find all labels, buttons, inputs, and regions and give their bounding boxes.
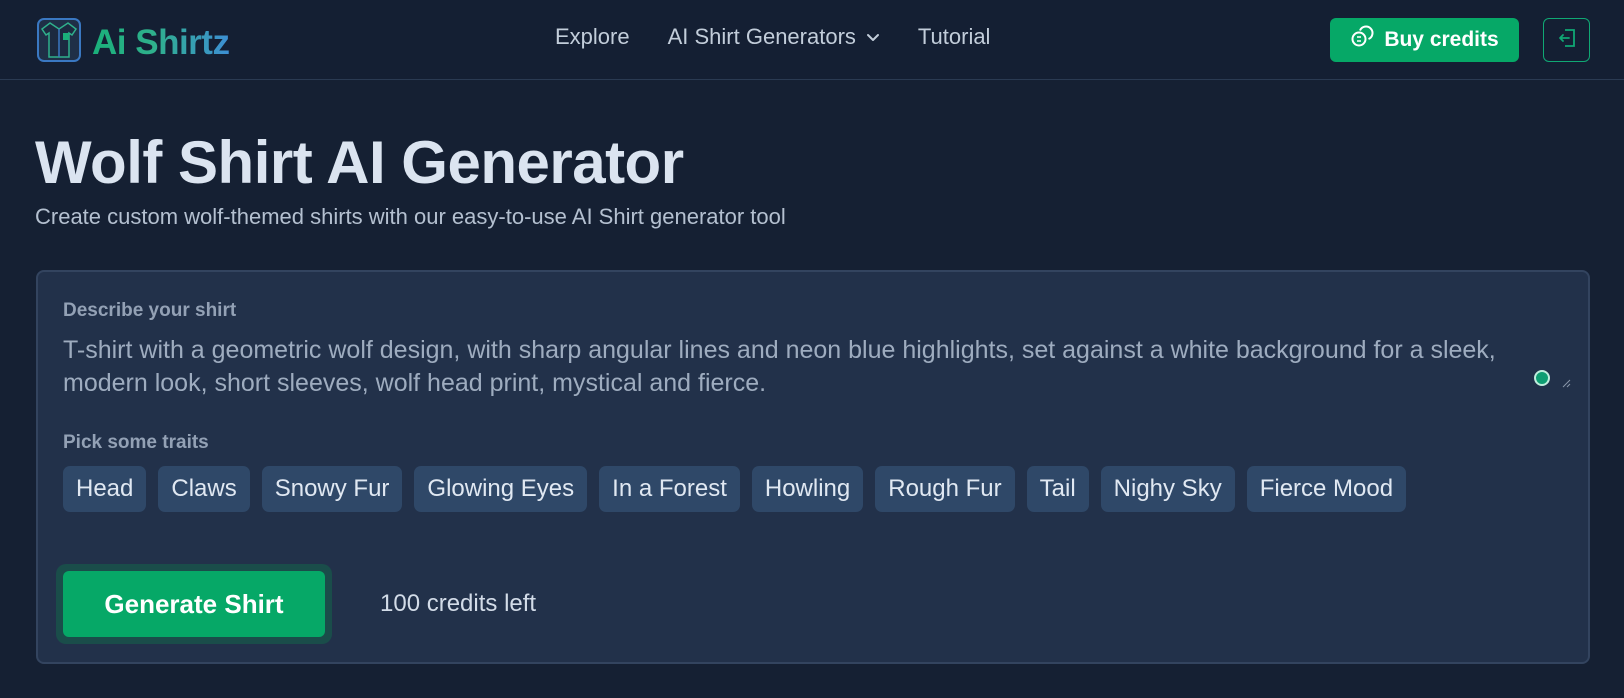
- trait-chip[interactable]: Nighy Sky: [1100, 466, 1235, 512]
- logo[interactable]: Ai Shirtz: [36, 17, 230, 68]
- nav-generators-label: AI Shirt Generators: [667, 24, 856, 49]
- trait-chip[interactable]: Rough Fur: [875, 466, 1015, 512]
- trait-chip[interactable]: Claws: [158, 466, 250, 512]
- page-title: Wolf Shirt AI Generator: [35, 129, 684, 196]
- trait-chip[interactable]: In a Forest: [599, 466, 740, 512]
- logout-icon: [1556, 27, 1578, 54]
- top-navbar: Ai Shirtz Explore AI Shirt Generators Tu…: [0, 0, 1624, 80]
- trait-chip[interactable]: Head: [63, 466, 147, 512]
- trait-chip[interactable]: Snowy Fur: [261, 466, 403, 512]
- trait-chip[interactable]: Tail: [1026, 466, 1089, 512]
- trait-chip[interactable]: Fierce Mood: [1246, 466, 1407, 512]
- buy-credits-button[interactable]: Buy credits: [1330, 18, 1519, 62]
- nav-tutorial-label: Tutorial: [917, 24, 991, 49]
- trait-chip[interactable]: Glowing Eyes: [414, 466, 588, 512]
- nav-tutorial[interactable]: Tutorial: [918, 24, 991, 50]
- nav-explore-label: Explore: [555, 24, 630, 49]
- page-subtitle: Create custom wolf-themed shirts with ou…: [35, 204, 786, 229]
- buy-credits-label: Buy credits: [1384, 28, 1499, 51]
- grammar-status-dot[interactable]: [1534, 370, 1550, 386]
- generate-button-focus-ring: Generate Shirt: [56, 564, 332, 644]
- credits-left-text: 100 credits left: [380, 590, 537, 617]
- shirt-logo-icon: [36, 17, 82, 68]
- description-textarea[interactable]: T-shirt with a geometric wolf design, wi…: [63, 334, 1513, 400]
- generator-form: Describe your shirt T-shirt with a geome…: [36, 270, 1590, 664]
- trait-chip[interactable]: Howling: [751, 466, 864, 512]
- traits-label: Pick some traits: [63, 432, 209, 453]
- nav-ai-shirt-generators[interactable]: AI Shirt Generators: [668, 24, 880, 50]
- main-nav: Explore AI Shirt Generators Tutorial: [555, 24, 990, 50]
- logout-button[interactable]: [1543, 18, 1590, 62]
- coins-icon: [1350, 25, 1374, 55]
- chevron-down-icon: [866, 24, 880, 50]
- describe-label: Describe your shirt: [63, 300, 237, 321]
- nav-explore[interactable]: Explore: [555, 24, 630, 50]
- traits-list: Head Claws Snowy Fur Glowing Eyes In a F…: [63, 466, 1407, 512]
- generate-shirt-button[interactable]: Generate Shirt: [63, 571, 325, 637]
- logo-text: Ai Shirtz: [92, 22, 230, 62]
